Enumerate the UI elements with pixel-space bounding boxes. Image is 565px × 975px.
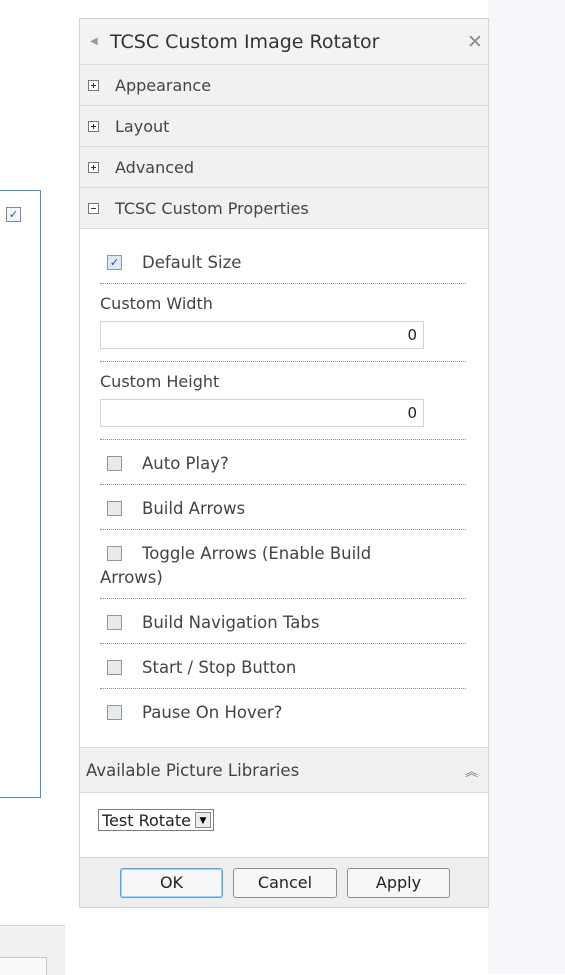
start-stop-checkbox[interactable] bbox=[107, 660, 122, 675]
expand-icon[interactable] bbox=[88, 120, 99, 132]
toggle-arrows-checkbox[interactable] bbox=[107, 546, 122, 561]
collapse-pane-arrow-icon[interactable]: ◀ bbox=[80, 36, 110, 47]
page-footer-field bbox=[0, 957, 47, 975]
build-arrows-label: Build Arrows bbox=[142, 499, 246, 518]
pause-hover-row: Pause On Hover? bbox=[100, 689, 466, 733]
build-arrows-checkbox[interactable] bbox=[107, 501, 122, 516]
default-size-checkbox[interactable]: ✓ bbox=[107, 255, 122, 270]
custom-width-block: Custom Width 0 bbox=[100, 284, 466, 362]
build-arrows-row: Build Arrows bbox=[100, 485, 466, 530]
page-webpart-checkbox[interactable]: ✓ bbox=[6, 207, 21, 222]
collapse-icon[interactable] bbox=[88, 202, 99, 214]
picture-library-select[interactable]: Test Rotate ▼ bbox=[98, 809, 214, 831]
section-label: Layout bbox=[115, 116, 170, 136]
default-size-label: Default Size bbox=[142, 253, 242, 272]
auto-play-row: Auto Play? bbox=[100, 440, 466, 485]
section-label: Advanced bbox=[115, 157, 195, 177]
tool-pane-footer: OK Cancel Apply bbox=[80, 857, 488, 907]
auto-play-label: Auto Play? bbox=[142, 454, 229, 473]
custom-width-input[interactable]: 0 bbox=[100, 321, 424, 349]
picture-libraries-header[interactable]: Available Picture Libraries ︽ bbox=[80, 747, 488, 793]
custom-width-label: Custom Width bbox=[100, 294, 213, 313]
tool-pane-header: ◀ TCSC Custom Image Rotator ✕ bbox=[80, 19, 488, 65]
toggle-arrows-label-line2: Arrows) bbox=[100, 568, 163, 587]
tool-pane-title: TCSC Custom Image Rotator bbox=[110, 30, 380, 53]
section-advanced[interactable]: Advanced bbox=[80, 147, 488, 188]
pause-hover-checkbox[interactable] bbox=[107, 705, 122, 720]
custom-properties-panel: ✓ Default Size Custom Width 0 Custom Hei… bbox=[80, 229, 488, 733]
start-stop-label: Start / Stop Button bbox=[142, 658, 297, 677]
picture-library-selected: Test Rotate bbox=[102, 810, 191, 830]
page-background-right bbox=[488, 0, 565, 974]
section-label: Appearance bbox=[115, 75, 212, 95]
close-icon[interactable]: ✕ bbox=[462, 31, 488, 53]
build-nav-tabs-label: Build Navigation Tabs bbox=[142, 613, 320, 632]
pause-hover-label: Pause On Hover? bbox=[142, 703, 283, 722]
section-tcsc-custom-properties[interactable]: TCSC Custom Properties bbox=[80, 188, 488, 229]
custom-height-block: Custom Height 0 bbox=[100, 362, 466, 440]
double-chevron-up-icon[interactable]: ︽ bbox=[465, 761, 478, 780]
build-nav-tabs-row: Build Navigation Tabs bbox=[100, 599, 466, 644]
section-layout[interactable]: Layout bbox=[80, 106, 488, 147]
expand-icon[interactable] bbox=[88, 161, 99, 173]
custom-height-input[interactable]: 0 bbox=[100, 399, 424, 427]
apply-button[interactable]: Apply bbox=[347, 867, 450, 898]
page-webpart-frame bbox=[0, 190, 41, 798]
custom-height-label: Custom Height bbox=[100, 372, 220, 391]
start-stop-row: Start / Stop Button bbox=[100, 644, 466, 689]
ok-button[interactable]: OK bbox=[120, 867, 223, 898]
section-appearance[interactable]: Appearance bbox=[80, 65, 488, 106]
cancel-button[interactable]: Cancel bbox=[233, 867, 337, 898]
section-label: TCSC Custom Properties bbox=[115, 198, 309, 218]
toggle-arrows-label-line1: Toggle Arrows (Enable Build bbox=[142, 544, 372, 563]
tool-pane: ◀ TCSC Custom Image Rotator ✕ Appearance… bbox=[79, 18, 489, 908]
picture-libraries-select-row: Test Rotate ▼ bbox=[80, 793, 488, 831]
expand-icon[interactable] bbox=[88, 79, 99, 91]
picture-libraries-title: Available Picture Libraries bbox=[86, 760, 300, 780]
dropdown-arrow-icon[interactable]: ▼ bbox=[194, 812, 211, 828]
toggle-arrows-row: Toggle Arrows (Enable Build Arrows) bbox=[100, 530, 466, 599]
auto-play-checkbox[interactable] bbox=[107, 456, 122, 471]
build-nav-tabs-checkbox[interactable] bbox=[107, 615, 122, 630]
default-size-row: ✓ Default Size bbox=[100, 229, 466, 284]
